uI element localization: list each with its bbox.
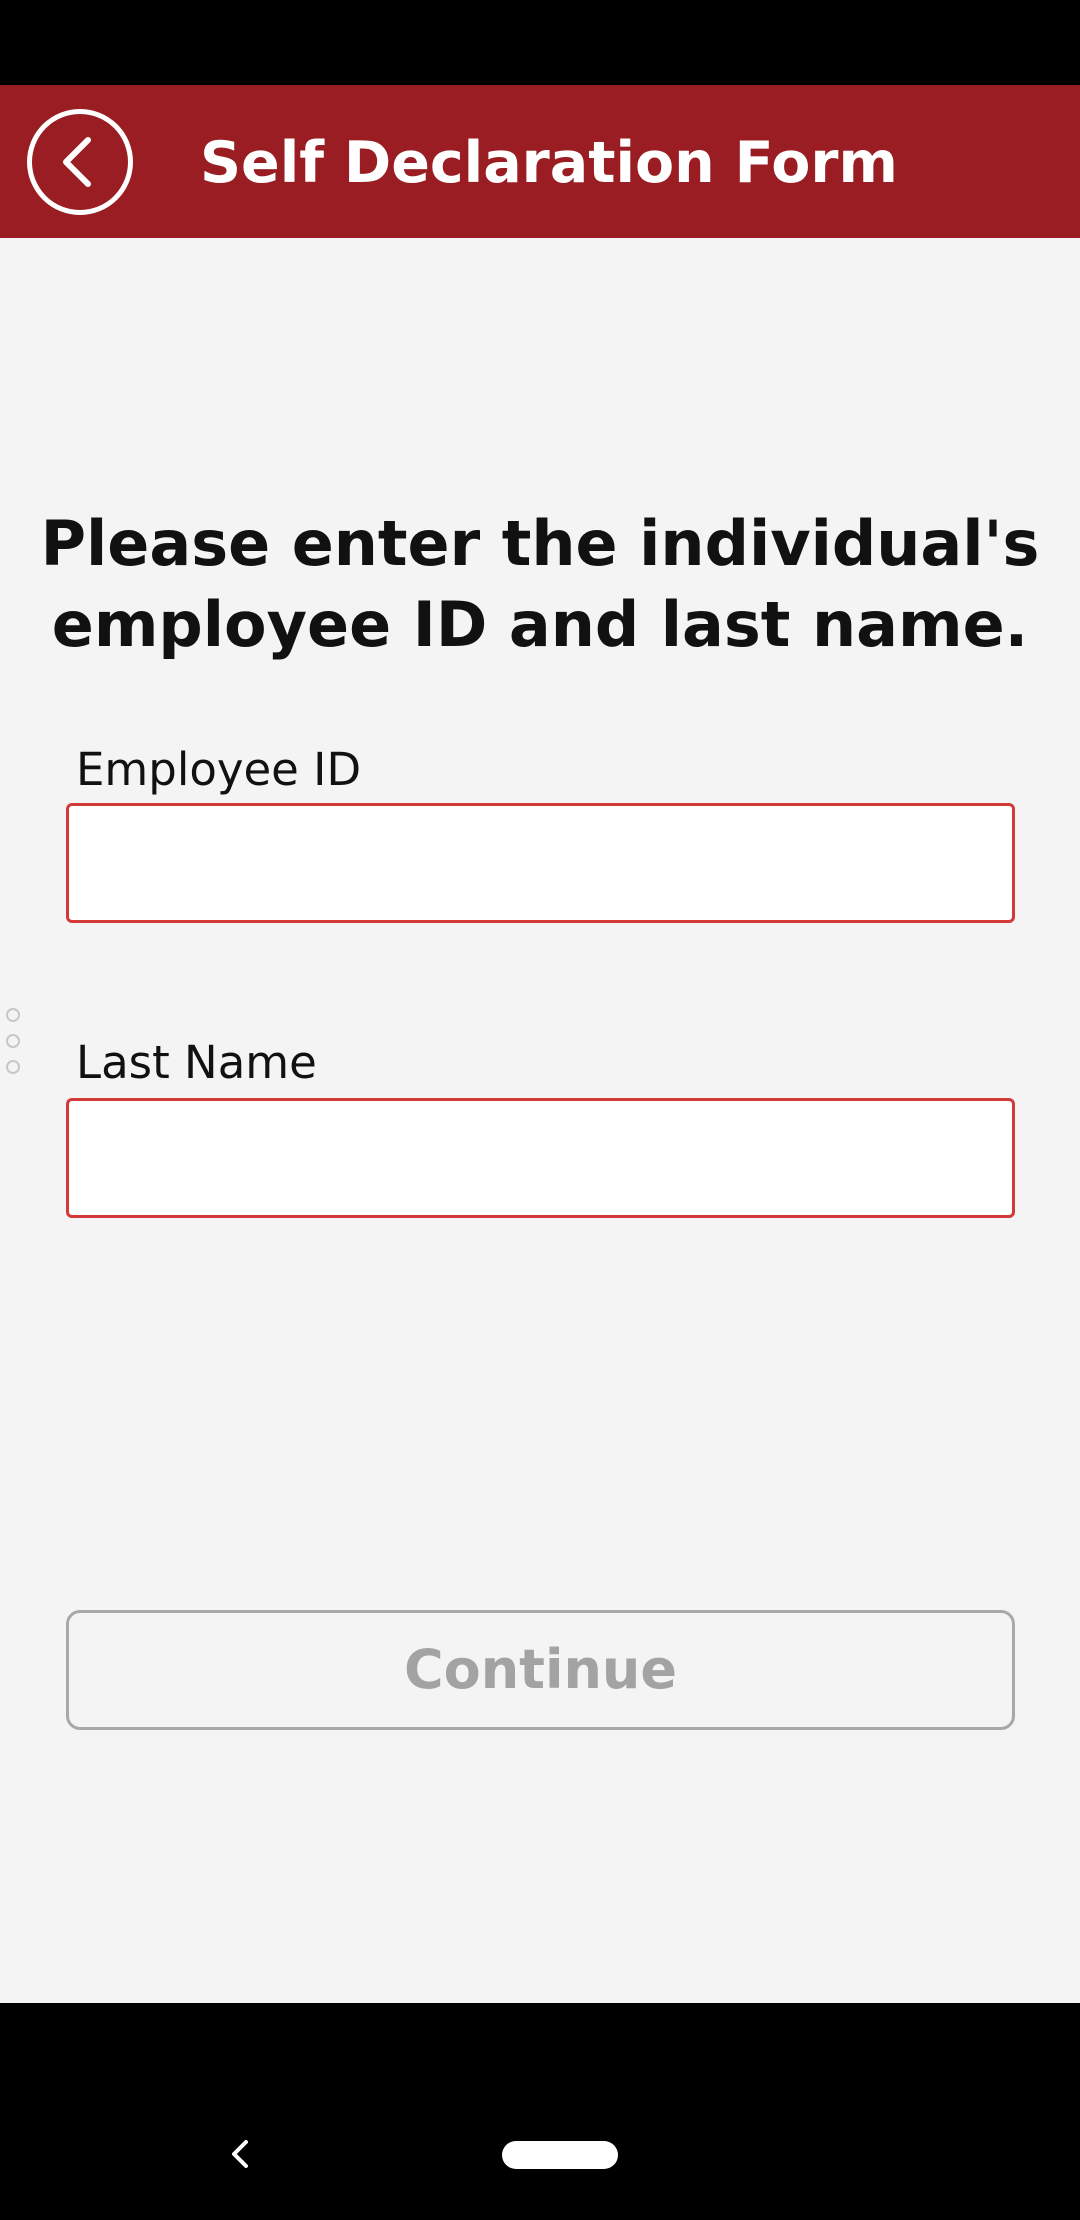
dot-icon — [6, 1008, 20, 1022]
continue-button[interactable]: Continue — [66, 1610, 1015, 1730]
app-header: Self Declaration Form — [0, 85, 1080, 238]
dot-icon — [6, 1034, 20, 1048]
system-navigation-bar — [0, 2003, 1080, 2220]
home-pill-icon[interactable] — [502, 2141, 618, 2169]
nav-back-icon[interactable] — [222, 2134, 256, 2174]
last-name-label: Last Name — [76, 1036, 317, 1089]
page-title: Self Declaration Form — [200, 130, 898, 196]
drag-handle-dots — [6, 1008, 22, 1092]
back-button[interactable] — [27, 109, 133, 215]
last-name-input[interactable] — [66, 1098, 1015, 1218]
form-content: Please enter the individual's employee I… — [0, 238, 1080, 2003]
dot-icon — [6, 1060, 20, 1074]
status-bar — [0, 0, 1080, 85]
instruction-text: Please enter the individual's employee I… — [40, 507, 1040, 661]
chevron-left-circle-icon — [63, 137, 91, 187]
employee-id-label: Employee ID — [76, 743, 362, 796]
employee-id-input[interactable] — [66, 803, 1015, 923]
